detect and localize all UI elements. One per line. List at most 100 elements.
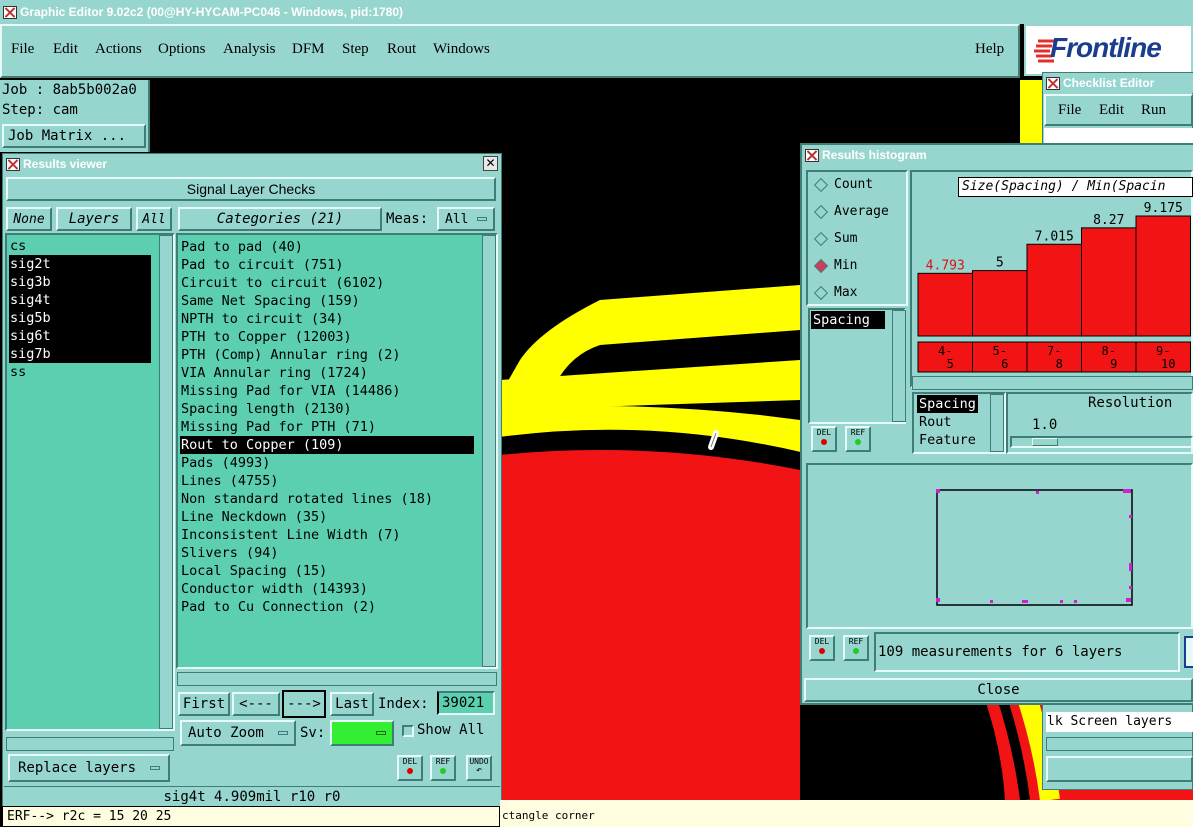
checklist-menu-run[interactable]: Run: [1141, 102, 1166, 119]
menu-dfm[interactable]: DFM: [292, 41, 325, 58]
preview-del-button[interactable]: DEL: [809, 635, 835, 661]
layer-item-sig5b[interactable]: sig5b: [9, 309, 151, 327]
summary-edge-button[interactable]: [1184, 636, 1193, 668]
mode-average[interactable]: Average: [812, 204, 889, 219]
previous-button[interactable]: <---: [232, 692, 280, 716]
histogram-bars[interactable]: 4.7934-555-67.0157-88.278-99.1759-10: [912, 200, 1193, 378]
layer-item-cs[interactable]: cs: [9, 237, 151, 255]
mode-count[interactable]: Count: [812, 177, 873, 192]
menu-options[interactable]: Options: [158, 41, 206, 58]
window-icon: [6, 157, 20, 171]
sv-dropdown[interactable]: [330, 720, 394, 746]
category-item[interactable]: VIA Annular ring (1724): [180, 364, 474, 382]
layer-item-sig2t[interactable]: sig2t: [9, 255, 151, 273]
hist-del-button[interactable]: DEL: [811, 426, 837, 452]
mode-min[interactable]: Min: [812, 258, 857, 273]
layers-button[interactable]: Layers: [56, 207, 132, 231]
resolution-slider[interactable]: [1010, 436, 1193, 448]
category-item[interactable]: NPTH to circuit (34): [180, 310, 474, 328]
menu-windows[interactable]: Windows: [433, 41, 490, 58]
category-item[interactable]: Pads (4993): [180, 454, 474, 472]
menu-actions[interactable]: Actions: [95, 41, 142, 58]
histogram-bar[interactable]: [917, 272, 973, 337]
histogram-bar[interactable]: [1135, 215, 1191, 337]
histogram-close-button[interactable]: Close: [804, 678, 1193, 702]
histogram-list-item-spacing[interactable]: Spacing: [811, 311, 885, 329]
checklist-menu-edit[interactable]: Edit: [1099, 102, 1124, 119]
histogram-bar[interactable]: [972, 270, 1028, 337]
category-item[interactable]: PTH (Comp) Annular ring (2): [180, 346, 474, 364]
main-titlebar[interactable]: Graphic Editor 9.02c2 (00@HY-HYCAM-PC046…: [0, 0, 1193, 24]
histogram-list-scrollbar[interactable]: [892, 310, 906, 422]
checklist-footer-button[interactable]: [1046, 756, 1193, 782]
show-all-checkbox[interactable]: [402, 725, 414, 737]
category-item[interactable]: Conductor width (14393): [180, 580, 474, 598]
hist-ref-button[interactable]: REF: [845, 426, 871, 452]
category-item[interactable]: Lines (4755): [180, 472, 474, 490]
histogram-titlebar[interactable]: Results histogram: [802, 145, 1193, 165]
mode-sum[interactable]: Sum: [812, 231, 857, 246]
category-item[interactable]: Same Net Spacing (159): [180, 292, 474, 310]
option-spacing[interactable]: Spacing: [917, 395, 978, 413]
categories-scrollbar[interactable]: [482, 235, 496, 667]
index-input[interactable]: 39021: [437, 691, 495, 715]
category-item[interactable]: Non standard rotated lines (18): [180, 490, 474, 508]
preview-ref-button[interactable]: REF: [843, 635, 869, 661]
histogram-chart-hscrollbar[interactable]: [912, 376, 1193, 390]
layer-item-sig7b[interactable]: sig7b: [9, 345, 151, 363]
layer-item-sig4t[interactable]: sig4t: [9, 291, 151, 309]
option-feature[interactable]: Feature: [917, 431, 978, 449]
category-item[interactable]: Spacing length (2130): [180, 400, 474, 418]
layer-item-sig6t[interactable]: sig6t: [9, 327, 151, 345]
menu-edit[interactable]: Edit: [53, 41, 78, 58]
category-item[interactable]: Inconsistent Line Width (7): [180, 526, 474, 544]
category-item[interactable]: PTH to Copper (12003): [180, 328, 474, 346]
histogram-options-scrollbar[interactable]: [990, 394, 1004, 452]
close-icon[interactable]: ✕: [483, 156, 498, 171]
category-item[interactable]: Pad to pad (40): [180, 238, 474, 256]
last-button[interactable]: Last: [330, 692, 374, 716]
first-button[interactable]: First: [178, 692, 230, 716]
category-item[interactable]: Local Spacing (15): [180, 562, 474, 580]
show-all-label: Show All: [417, 722, 485, 738]
category-item[interactable]: Pad to Cu Connection (2): [180, 598, 474, 616]
category-item[interactable]: Circuit to circuit (6102): [180, 274, 474, 292]
menu-help[interactable]: Help: [975, 41, 1004, 58]
command-line-input[interactable]: ERF--> r2c = 15 20 25: [2, 806, 500, 827]
replace-layers-dropdown[interactable]: Replace layers: [8, 754, 170, 782]
category-item[interactable]: Pad to circuit (751): [180, 256, 474, 274]
menu-file[interactable]: File: [11, 41, 34, 58]
layer-item-ss[interactable]: ss: [9, 363, 151, 381]
category-item[interactable]: Slivers (94): [180, 544, 474, 562]
category-item[interactable]: Missing Pad for PTH (71): [180, 418, 474, 436]
layers-hscrollbar[interactable]: [6, 737, 174, 751]
checklist-hscrollbar[interactable]: [1046, 737, 1193, 751]
slider-thumb[interactable]: [1032, 438, 1058, 446]
none-button[interactable]: None: [6, 207, 52, 231]
option-rout[interactable]: Rout: [917, 413, 978, 431]
category-item[interactable]: Rout to Copper (109): [180, 436, 474, 454]
category-item[interactable]: Line Neckdown (35): [180, 508, 474, 526]
layers-scrollbar[interactable]: [159, 235, 173, 729]
categories-hscrollbar[interactable]: [177, 672, 497, 686]
histogram-bar[interactable]: [1026, 243, 1082, 337]
ref-button[interactable]: REF: [430, 755, 456, 781]
categories-button[interactable]: Categories (21): [178, 207, 382, 231]
menu-step[interactable]: Step: [342, 41, 369, 58]
category-item[interactable]: Missing Pad for VIA (14486): [180, 382, 474, 400]
mode-max[interactable]: Max: [812, 285, 857, 300]
menu-analysis[interactable]: Analysis: [223, 41, 276, 58]
checklist-editor-titlebar[interactable]: Checklist Editor: [1043, 73, 1193, 93]
undo-button[interactable]: UNDO ↶: [466, 755, 492, 781]
job-matrix-button[interactable]: Job Matrix ...: [2, 124, 146, 148]
histogram-bar[interactable]: [1081, 227, 1137, 337]
menu-rout[interactable]: Rout: [387, 41, 416, 58]
del-button[interactable]: DEL: [397, 755, 423, 781]
auto-zoom-dropdown[interactable]: Auto Zoom: [180, 720, 296, 746]
next-button[interactable]: --->: [282, 690, 326, 718]
layer-item-sig3b[interactable]: sig3b: [9, 273, 151, 291]
checklist-menu-file[interactable]: File: [1058, 102, 1081, 119]
all-layers-button[interactable]: All: [136, 207, 172, 231]
meas-dropdown[interactable]: All: [437, 207, 495, 231]
results-viewer-titlebar[interactable]: Results viewer ✕: [3, 154, 501, 174]
